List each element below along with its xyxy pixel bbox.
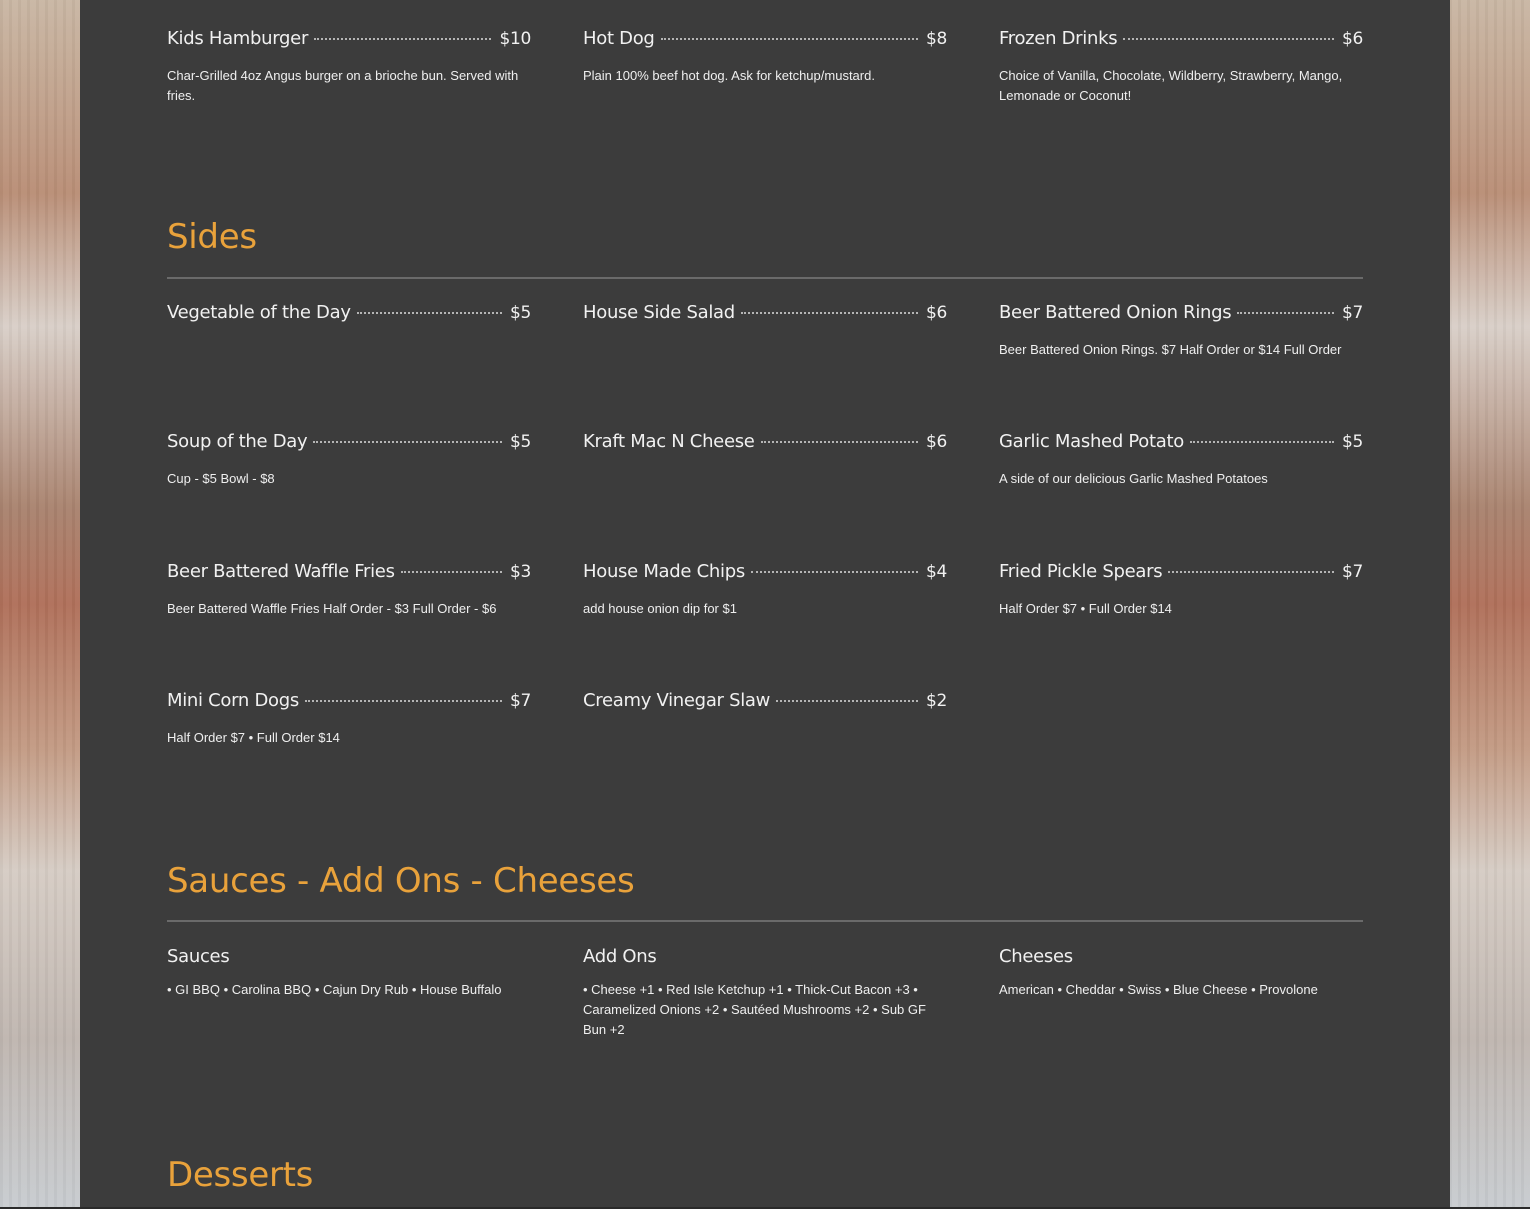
item-price: $5 <box>1341 432 1363 452</box>
item-description: Plain 100% beef hot dog. Ask for ketchup… <box>583 68 875 83</box>
menu-item: Beer Battered Waffle Fries $3 Beer Batter… <box>167 561 531 619</box>
item-price: $8 <box>925 29 947 49</box>
item-description: Choice of Vanilla, Chocolate, Wildberry,… <box>999 68 1343 103</box>
item-description: Half Order $7 • Full Order $14 <box>999 601 1172 616</box>
group-title: Add Ons <box>583 946 657 967</box>
menu-item: Mini Corn Dogs $7 Half Order $7 • Full Or… <box>167 690 531 748</box>
group-text: • Cheese +1 • Red Isle Ketchup +1 • Thic… <box>583 982 926 1037</box>
item-name: Frozen Drinks <box>999 28 1118 49</box>
section-title-desserts: Desserts <box>167 1155 314 1195</box>
item-price: $5 <box>509 432 531 452</box>
dot-leader <box>400 571 502 573</box>
dot-leader <box>1168 571 1334 573</box>
item-price: $5 <box>509 303 531 323</box>
group-text: American • Cheddar • Swiss • Blue Cheese… <box>999 982 1318 997</box>
dot-leader <box>760 441 918 443</box>
item-name: Vegetable of the Day <box>167 302 351 323</box>
item-price: $7 <box>1341 303 1363 323</box>
dot-leader <box>750 571 918 573</box>
extras-group-sauces: Sauces • GI BBQ • Carolina BBQ • Cajun D… <box>167 944 531 1000</box>
dot-leader <box>356 312 502 314</box>
extras-group-add-ons: Add Ons • Cheese +1 • Red Isle Ketchup +… <box>583 944 947 1040</box>
item-name: Kraft Mac N Cheese <box>583 431 755 452</box>
item-description: add house onion dip for $1 <box>583 601 737 616</box>
menu-item: Vegetable of the Day $5 <box>167 302 531 328</box>
menu-item: House Side Salad $6 <box>583 302 947 328</box>
item-price: $3 <box>509 562 531 582</box>
item-name: Hot Dog <box>583 28 655 49</box>
item-price: $4 <box>925 562 947 582</box>
menu-item-hot-dog: Hot Dog $8 Plain 100% beef hot dog. Ask f… <box>583 28 947 86</box>
item-name: House Made Chips <box>583 561 745 582</box>
group-text: • GI BBQ • Carolina BBQ • Cajun Dry Rub … <box>167 982 502 997</box>
menu-item: House Made Chips $4 add house onion dip f… <box>583 561 947 619</box>
item-description: Half Order $7 • Full Order $14 <box>167 730 340 745</box>
dot-leader <box>314 38 492 40</box>
menu-item: Soup of the Day $5 Cup - $5 Bowl - $8 <box>167 431 531 489</box>
item-description: Char-Grilled 4oz Angus burger on a brioc… <box>167 68 519 103</box>
section-divider <box>167 920 1363 922</box>
item-description: A side of our delicious Garlic Mashed Po… <box>999 471 1268 486</box>
menu-item: Creamy Vinegar Slaw $2 <box>583 690 947 716</box>
dot-leader <box>313 441 502 443</box>
item-price: $7 <box>1341 562 1363 582</box>
group-title: Sauces <box>167 946 230 967</box>
item-name: Fried Pickle Spears <box>999 561 1163 582</box>
item-name: House Side Salad <box>583 302 735 323</box>
menu-item: Garlic Mashed Potato $5 A side of our del… <box>999 431 1363 489</box>
dot-leader <box>1123 38 1334 40</box>
group-title: Cheeses <box>999 946 1073 967</box>
item-name: Beer Battered Waffle Fries <box>167 561 395 582</box>
item-price: $6 <box>925 432 947 452</box>
section-title-sides: Sides <box>167 217 257 257</box>
item-price: $2 <box>925 691 947 711</box>
item-name: Mini Corn Dogs <box>167 690 299 711</box>
dot-leader <box>304 700 502 702</box>
item-description: Beer Battered Waffle Fries Half Order - … <box>167 601 497 616</box>
item-name: Beer Battered Onion Rings <box>999 302 1232 323</box>
item-price: $6 <box>1341 29 1363 49</box>
menu-item: Kraft Mac N Cheese $6 <box>583 431 947 457</box>
dot-leader <box>776 700 918 702</box>
section-divider <box>167 277 1363 279</box>
item-price: $7 <box>509 691 531 711</box>
item-description: Beer Battered Onion Rings. $7 Half Order… <box>999 342 1342 357</box>
extras-group-cheeses: Cheeses American • Cheddar • Swiss • Blu… <box>999 944 1363 1000</box>
item-price: $10 <box>499 29 531 49</box>
dot-leader <box>660 38 918 40</box>
menu-item-kids-hamburger: Kids Hamburger $10 Char-Grilled 4oz Angus… <box>167 28 531 106</box>
dot-leader <box>740 312 918 314</box>
dot-leader <box>1237 312 1334 314</box>
item-name: Soup of the Day <box>167 431 308 452</box>
menu-item: Fried Pickle Spears $7 Half Order $7 • Fu… <box>999 561 1363 619</box>
item-price: $6 <box>925 303 947 323</box>
item-name: Garlic Mashed Potato <box>999 431 1184 452</box>
item-name: Kids Hamburger <box>167 28 309 49</box>
item-name: Creamy Vinegar Slaw <box>583 690 771 711</box>
menu-item-frozen-drinks: Frozen Drinks $6 Choice of Vanilla, Choco… <box>999 28 1363 106</box>
section-title-extras: Sauces - Add Ons - Cheeses <box>167 861 635 901</box>
dot-leader <box>1189 441 1334 443</box>
menu-item: Beer Battered Onion Rings $7 Beer Battere… <box>999 302 1363 360</box>
item-description: Cup - $5 Bowl - $8 <box>167 471 275 486</box>
